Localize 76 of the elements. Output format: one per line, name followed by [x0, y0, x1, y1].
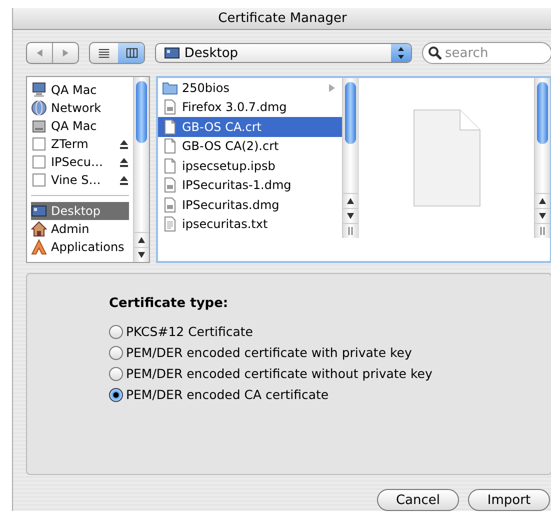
- radio-option[interactable]: PEM/DER encoded certificate without private key: [109, 365, 551, 382]
- desktop-icon: [164, 45, 180, 61]
- file-item[interactable]: 250bios: [158, 78, 342, 98]
- volume-icon: [31, 136, 47, 152]
- document-icon: [162, 138, 178, 154]
- scroll-thumb[interactable]: [136, 81, 147, 143]
- scroll-thumb[interactable]: [345, 82, 356, 144]
- sidebar-item[interactable]: Network: [27, 99, 133, 117]
- volume-icon: [31, 154, 47, 170]
- back-icon: [35, 48, 44, 58]
- up-arrow-icon: [138, 237, 145, 243]
- file-item[interactable]: Firefox 3.0.7.dmg: [158, 98, 342, 117]
- file-item[interactable]: IPSecuritas.dmg: [158, 195, 342, 214]
- window-title: Certificate Manager: [218, 11, 347, 26]
- eject-icon: [119, 175, 129, 185]
- file-item[interactable]: ipsecuritas.txt: [158, 214, 342, 234]
- file-item[interactable]: IPSecuritas-1.dmg: [158, 176, 342, 195]
- file-item[interactable]: GB-OS CA(2).crt: [158, 136, 342, 156]
- sidebar-item[interactable]: QA Mac: [27, 117, 133, 135]
- sidebar-item[interactable]: Desktop: [31, 195, 129, 220]
- computer-icon: [31, 82, 47, 98]
- disclosure-arrow-icon: [328, 82, 336, 93]
- search-icon: [428, 46, 442, 60]
- folder-icon: [162, 80, 178, 96]
- radio-option[interactable]: PEM/DER encoded CA certificate: [109, 386, 551, 403]
- sidebar-item[interactable]: QA Mac: [27, 81, 133, 99]
- document-icon: [162, 118, 178, 135]
- text-file-icon: [162, 216, 178, 232]
- hard-drive-icon: [31, 118, 47, 134]
- column-view-button[interactable]: [118, 43, 144, 63]
- down-arrow-icon: [347, 213, 354, 219]
- up-down-arrows-icon: [397, 46, 405, 60]
- document-preview-icon: [412, 108, 482, 208]
- resize-grip-icon: [348, 227, 353, 235]
- document-icon: [162, 158, 178, 174]
- file-item[interactable]: ipsecsetup.ipsb: [158, 156, 342, 176]
- radio-button[interactable]: [109, 366, 123, 380]
- import-button[interactable]: Import: [468, 489, 550, 511]
- scroll-bar[interactable]: [534, 78, 550, 238]
- radio-button[interactable]: [109, 388, 123, 402]
- file-item[interactable]: GB-OS CA.crt: [158, 117, 342, 136]
- applications-icon: [31, 239, 47, 255]
- sidebar-item[interactable]: ZTerm: [27, 135, 133, 153]
- radio-option[interactable]: PEM/DER encoded certificate with private key: [109, 344, 551, 361]
- scroll-thumb[interactable]: [537, 82, 548, 144]
- eject-icon: [119, 157, 129, 167]
- sidebar-item[interactable]: Applications: [27, 238, 133, 256]
- sidebar-item[interactable]: IPSecu…: [27, 153, 133, 171]
- down-arrow-icon: [539, 213, 546, 219]
- disk-image-icon: [162, 177, 178, 194]
- up-arrow-icon: [539, 198, 546, 204]
- sidebar-item[interactable]: Vine S…: [27, 171, 133, 189]
- list-icon: [98, 47, 110, 59]
- desktop-icon: [31, 203, 47, 219]
- globe-icon: [31, 100, 47, 116]
- cancel-button[interactable]: Cancel: [377, 489, 459, 511]
- search-field[interactable]: search: [422, 42, 551, 64]
- section-label: Certificate type:: [109, 296, 230, 311]
- down-arrow-icon: [138, 252, 145, 258]
- back-forward-control[interactable]: [26, 42, 80, 64]
- radio-button[interactable]: [109, 346, 123, 360]
- radio-button[interactable]: [109, 324, 123, 338]
- sidebar-item[interactable]: Admin: [27, 220, 133, 238]
- location-popup[interactable]: Desktop: [155, 43, 412, 63]
- up-arrow-icon: [347, 198, 354, 204]
- house-icon: [31, 221, 47, 237]
- volume-icon: [31, 172, 47, 188]
- scroll-bar[interactable]: [133, 77, 149, 262]
- disk-image-icon: [162, 196, 178, 213]
- scroll-bar[interactable]: [342, 78, 358, 238]
- resize-grip-icon: [540, 227, 545, 235]
- forward-icon: [61, 48, 70, 58]
- radio-option[interactable]: PKCS#12 Certificate: [109, 323, 551, 340]
- disk-image-icon: [162, 99, 178, 116]
- eject-icon: [119, 139, 129, 149]
- columns-icon: [126, 47, 138, 59]
